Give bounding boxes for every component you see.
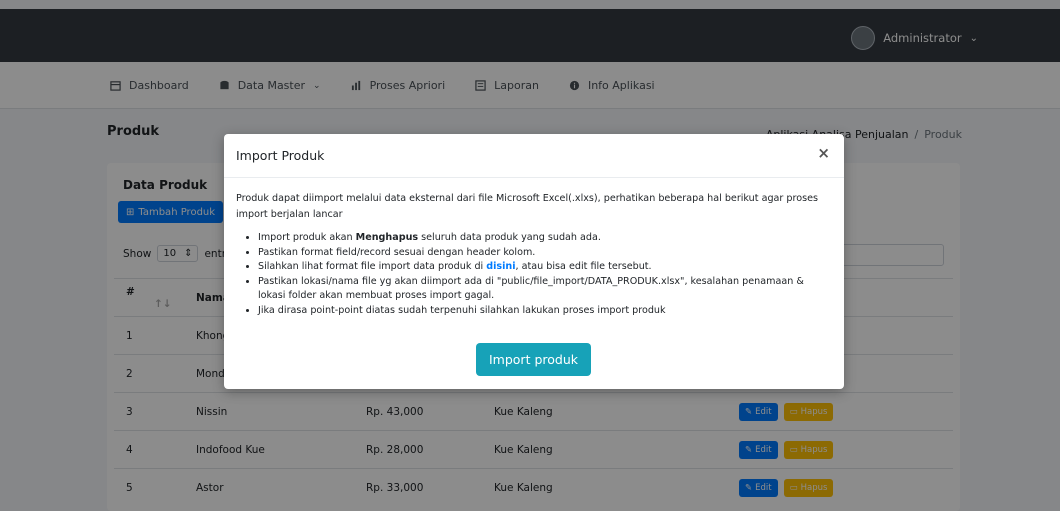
close-icon[interactable]: ×: [817, 146, 830, 161]
list-item: Pastikan format field/record sesuai deng…: [258, 246, 832, 261]
format-file-link[interactable]: disini: [486, 261, 515, 272]
import-instructions-list: Import produk akan Menghapus seluruh dat…: [258, 231, 832, 318]
list-item: Jika dirasa point-point diatas sudah ter…: [258, 304, 832, 319]
list-item: Pastikan lokasi/nama file yg akan diimpo…: [258, 275, 832, 304]
import-produk-modal: Import Produk × Produk dapat diimport me…: [224, 134, 844, 389]
modal-title: Import Produk: [236, 148, 325, 163]
list-item: Import produk akan Menghapus seluruh dat…: [258, 231, 832, 246]
modal-body: Produk dapat diimport melalui data ekste…: [224, 178, 844, 318]
modal-intro: Produk dapat diimport melalui data ekste…: [236, 193, 819, 220]
modal-header: Import Produk ×: [224, 134, 844, 178]
list-item: Silahkan lihat format file import data p…: [258, 260, 832, 275]
import-produk-button[interactable]: Import produk: [476, 343, 591, 376]
